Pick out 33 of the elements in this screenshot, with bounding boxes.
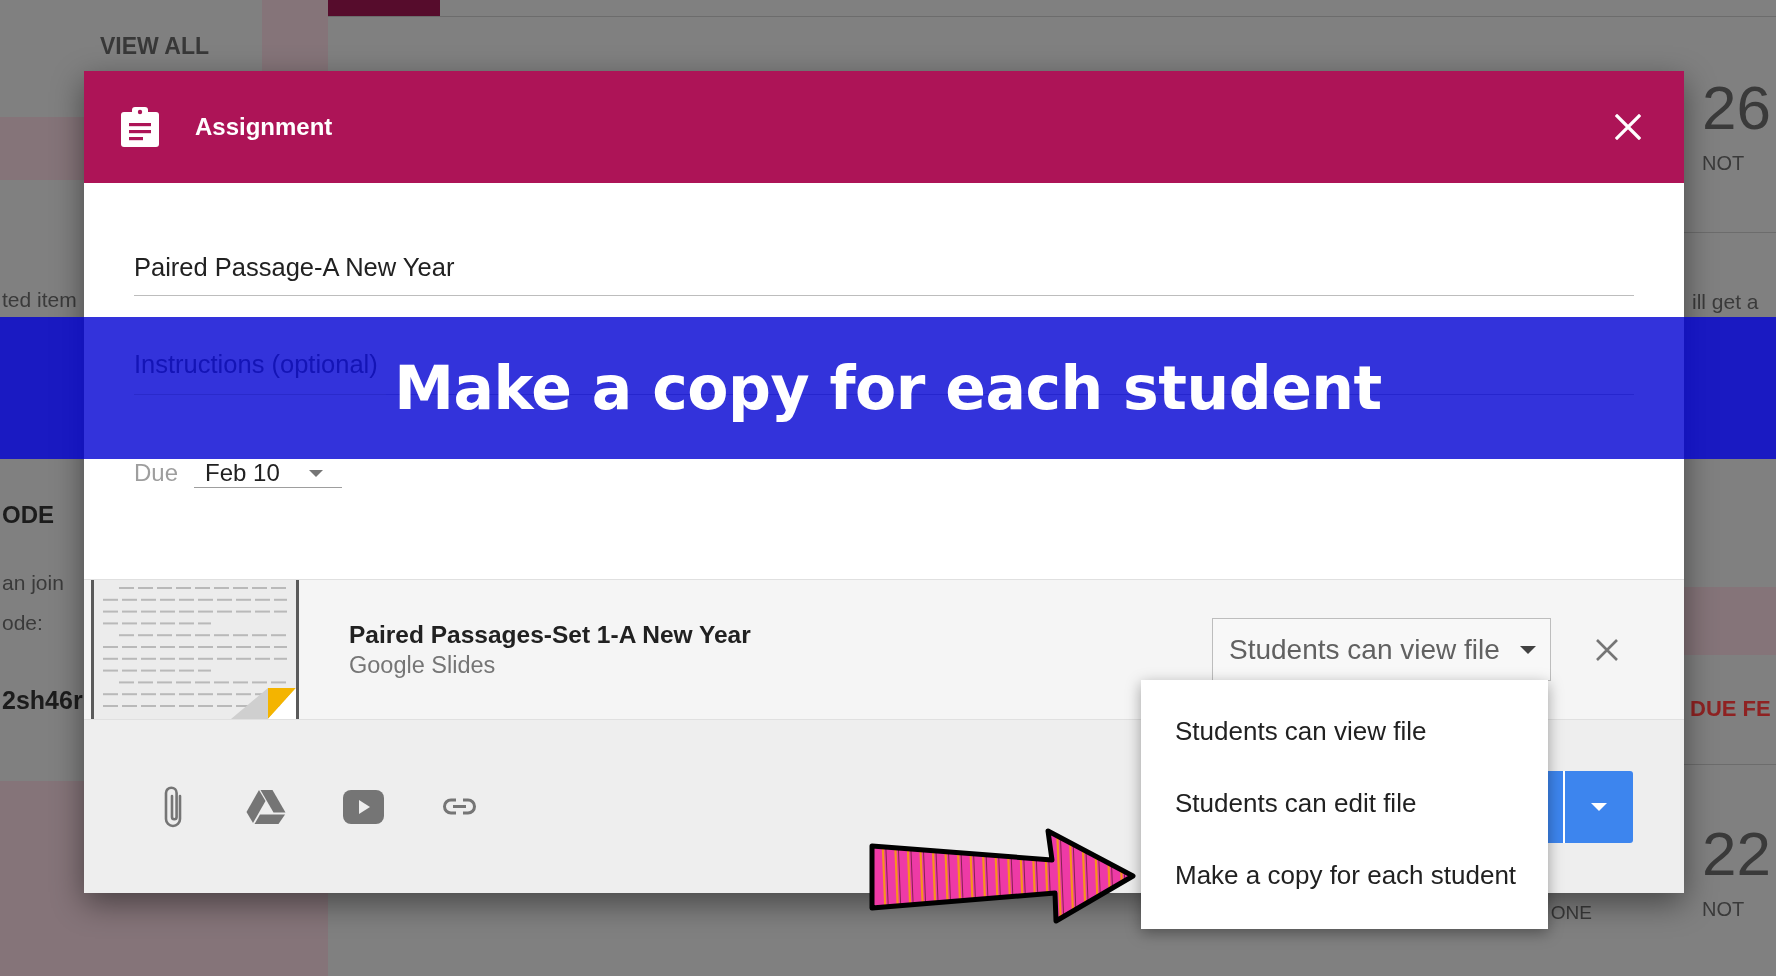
link-icon[interactable] — [441, 797, 478, 816]
stat-label: ONE — [1550, 901, 1592, 925]
count-number: 26 — [1702, 76, 1771, 140]
card-text: ill get a — [1692, 289, 1759, 315]
count-label: NOT — [1702, 151, 1745, 175]
dropdown-toggle-button[interactable] — [1563, 770, 1633, 843]
menu-item[interactable]: Make a copy for each student — [1141, 839, 1548, 911]
count-number: 22 — [1702, 822, 1771, 886]
title-field[interactable]: Paired Passage-A New Year — [134, 250, 1634, 296]
triangle-icon[interactable] — [246, 789, 286, 824]
clipboard-icon — [121, 107, 159, 147]
caption-text: Make a copy for each student — [394, 355, 1382, 421]
card-text: ted item — [2, 287, 77, 313]
menu-item[interactable]: Students can view file — [1141, 695, 1548, 767]
caret-icon — [309, 469, 324, 477]
permission-dropdown[interactable]: Students can view file — [1212, 618, 1551, 681]
class-code-text: 2sh46r — [2, 685, 83, 716]
count-label: NOT — [1702, 897, 1745, 921]
due-label: Due — [134, 459, 179, 487]
card-text: an join — [2, 570, 64, 596]
dialog-title: Assignment — [195, 112, 333, 142]
section-heading: ODE — [2, 500, 54, 530]
attachment-type: Google Slides — [349, 651, 496, 679]
due-date-label: DUE FE — [1690, 695, 1771, 723]
caret-icon — [1520, 645, 1536, 654]
attachment-title[interactable]: Paired Passages-Set 1-A New Year — [349, 620, 751, 649]
caret-icon — [1591, 802, 1607, 811]
document-thumbnail[interactable] — [91, 580, 299, 719]
paperclip-icon[interactable] — [162, 783, 184, 830]
close-icon[interactable] — [1595, 637, 1619, 662]
menu-item[interactable]: Students can edit file — [1141, 767, 1548, 839]
card-text: ode: — [2, 610, 43, 636]
video-play-icon[interactable] — [343, 789, 384, 824]
